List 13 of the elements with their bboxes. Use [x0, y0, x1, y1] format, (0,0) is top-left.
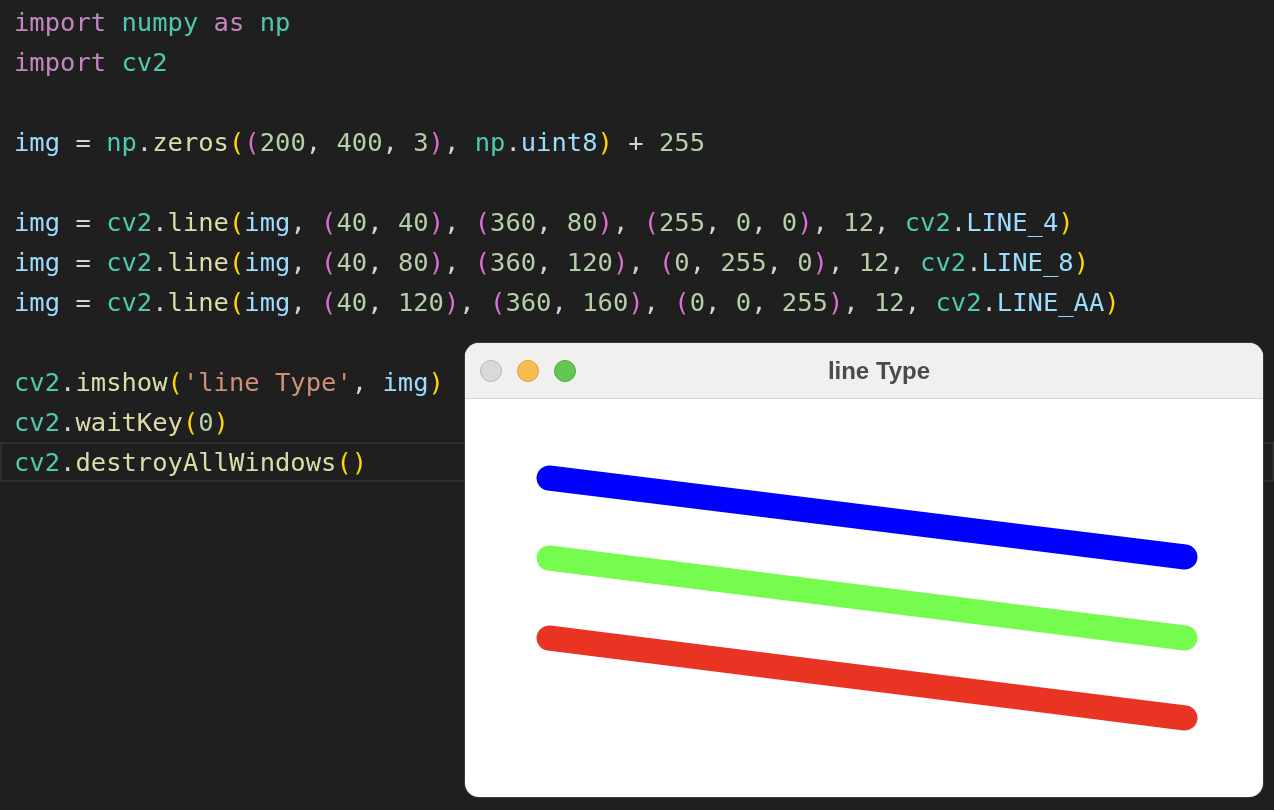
minimize-button[interactable] [517, 359, 539, 382]
code-line: img = cv2.line(img, (40, 80), (360, 120), (0, 255, 0), 12, cv2.LINE_8) [14, 246, 1089, 279]
code-line: cv2.destroyAllWindows() [14, 446, 368, 479]
code-line: cv2.waitKey(0) [14, 406, 229, 439]
close-button[interactable] [480, 359, 502, 382]
window-title: line Type [826, 356, 932, 385]
code-line: img = cv2.line(img, (40, 120), (360, 160), (0, 0, 255), 12, cv2.LINE_AA) [14, 286, 1120, 319]
zoom-button[interactable] [554, 359, 576, 382]
code-line: cv2.imshow('line Type', img) [14, 366, 444, 399]
code-line: import numpy as np [14, 6, 291, 39]
code-line: img = cv2.line(img, (40, 40), (360, 80), (255, 0, 0), 12, cv2.LINE_4) [14, 206, 1074, 239]
code-line: img = np.zeros((200, 400, 3), np.uint8) + 255 [14, 126, 705, 159]
code-line: import cv2 [14, 46, 168, 79]
